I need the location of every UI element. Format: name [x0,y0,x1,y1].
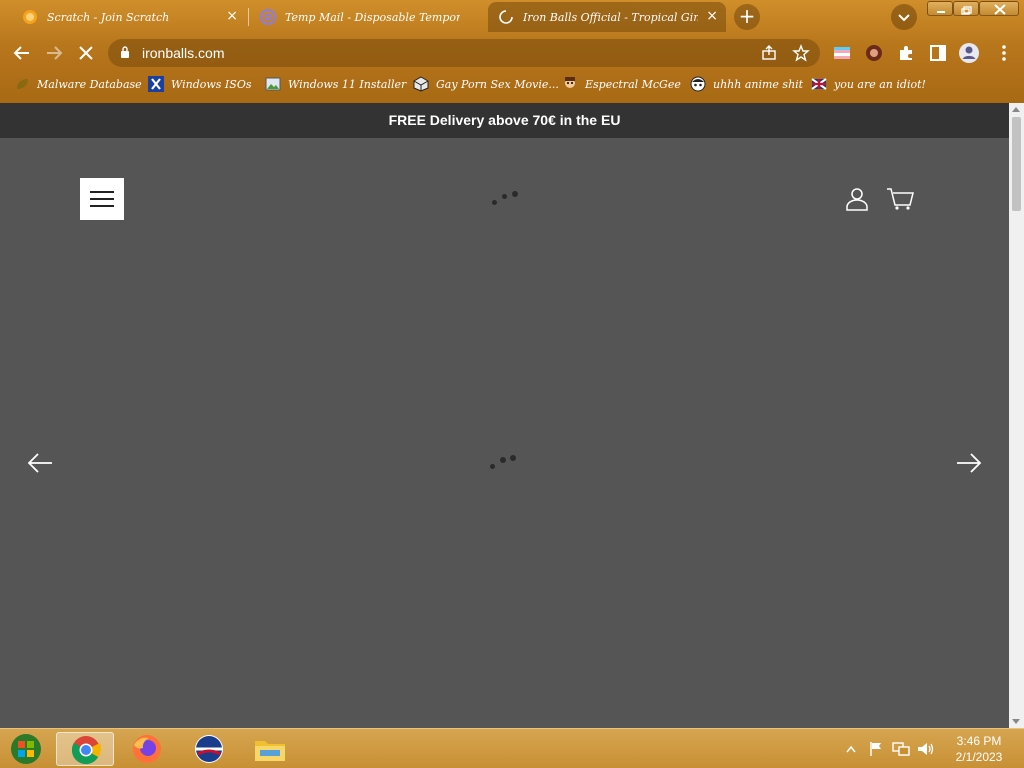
extensions-puzzle-icon[interactable] [896,43,916,63]
bookmark-label: Windows 11 Installer [288,77,407,91]
firefox-icon[interactable] [127,732,167,766]
scratch-cat-icon [23,10,37,24]
restore-button[interactable] [953,1,979,16]
address-bar[interactable]: ironballs.com [108,39,820,67]
tab-scratch[interactable]: Scratch - Join Scratch × [12,2,246,32]
slider-loading-spinner-icon [488,453,518,473]
tab-close-button[interactable]: × [706,8,718,24]
bookmark-espectral-mcgee[interactable]: Espectral McGee [562,75,681,93]
account-icon[interactable] [845,187,869,211]
tray-expand-icon[interactable] [846,745,856,753]
menu-button[interactable] [80,178,124,220]
side-panel-icon[interactable] [928,43,948,63]
bookmark-label: Windows ISOs [171,77,252,91]
scroll-up-arrow-icon[interactable] [1012,107,1020,112]
at-sign-icon [260,9,276,25]
opera-icon[interactable] [189,732,229,766]
url-text[interactable]: ironballs.com [142,45,224,61]
menu-line [90,205,114,207]
tab-separator [248,8,249,26]
chevron-down-icon [898,14,910,22]
bookmark-star-icon[interactable] [792,44,810,62]
close-icon [994,4,1006,15]
system-clock[interactable]: 3:46 PM 2/1/2023 [944,733,1014,765]
browser-toolbar: ironballs.com [0,36,1024,70]
bookmarks-bar: Malware Database Windows ISOs Windows 11… [0,72,1024,96]
bookmark-label: Gay Porn Sex Movie... [436,77,559,91]
action-center-flag-icon[interactable] [868,741,884,757]
lock-icon[interactable] [120,46,130,59]
taskbar-chrome-button[interactable] [56,732,114,766]
page-scrollbar[interactable] [1009,103,1024,728]
loading-spinner-icon [499,10,513,24]
windows-taskbar: 3:46 PM 2/1/2023 [0,728,1024,768]
tab-search-button[interactable] [891,4,917,30]
tab-strip: Scratch - Join Scratch × Temp Mail - Dis… [0,0,1024,34]
slider-prev-arrow-icon[interactable] [26,451,54,475]
browser-chrome: Scratch - Join Scratch × Temp Mail - Dis… [0,0,1024,103]
stop-loading-icon[interactable] [74,41,98,65]
flag-icon [811,78,827,90]
tab-iron-balls[interactable]: Iron Balls Official - Tropical Gin × [488,2,726,32]
clock-time: 3:46 PM [956,734,1002,748]
tab-title: Temp Mail - Disposable Temporar [285,10,460,24]
extension-avatar-icon[interactable] [864,43,884,63]
share-icon[interactable] [760,44,778,62]
menu-line [90,191,114,193]
extension-flag-icon[interactable] [832,43,852,63]
start-orb-icon[interactable] [6,732,46,766]
bookmark-anime[interactable]: uhhh anime shit [690,75,803,93]
page-viewport: FREE Delivery above 70€ in the EU [0,103,1009,728]
bookmark-windows-11-installer[interactable]: Windows 11 Installer [265,75,406,93]
back-arrow-icon[interactable] [10,41,34,65]
forward-arrow-icon[interactable] [42,41,66,65]
slider-next-arrow-icon[interactable] [955,451,983,475]
bookmark-label: uhhh anime shit [713,77,804,91]
leaf-icon [17,79,28,89]
scroll-down-arrow-icon[interactable] [1012,719,1020,724]
logo-loading-spinner-icon [490,189,520,209]
x-logo-icon [148,76,164,92]
close-window-button[interactable] [979,1,1019,16]
menu-line [90,198,114,200]
bookmark-windows-isos[interactable]: Windows ISOs [148,75,251,93]
file-explorer-icon[interactable] [250,732,290,766]
image-icon [265,77,281,91]
volume-icon[interactable] [917,741,935,757]
profile-avatar-icon[interactable] [958,42,980,64]
chrome-icon [71,736,102,765]
new-tab-button[interactable]: + [734,4,760,30]
bookmark-label: Malware Database [37,77,142,91]
bookmark-cube[interactable]: Gay Porn Sex Movie... [413,75,559,93]
tab-title: Scratch - Join Scratch [47,10,170,24]
clock-date: 2/1/2023 [955,750,1003,764]
minimize-icon [937,11,945,13]
cart-icon[interactable] [886,187,914,211]
network-icon[interactable] [892,741,910,757]
scrollbar-thumb[interactable] [1012,117,1021,211]
tab-temp-mail[interactable]: Temp Mail - Disposable Temporar [250,2,486,32]
bookmark-you-are-an-idiot[interactable]: you are an idiot! [811,75,926,93]
announcement-bar: FREE Delivery above 70€ in the EU [0,103,1009,138]
bookmark-malware-database[interactable]: Malware Database [14,75,142,93]
anime-face-icon [690,76,706,92]
bookmark-label: Espectral McGee [585,77,681,91]
tab-close-button[interactable]: × [226,8,238,24]
tab-title: Iron Balls Official - Tropical Gin [523,10,698,24]
restore-icon [961,6,972,15]
bookmark-label: you are an idiot! [834,77,926,91]
character-icon [565,77,575,88]
minimize-button[interactable] [927,1,953,16]
cube-icon [413,76,429,92]
menu-dots-icon[interactable] [994,43,1014,63]
